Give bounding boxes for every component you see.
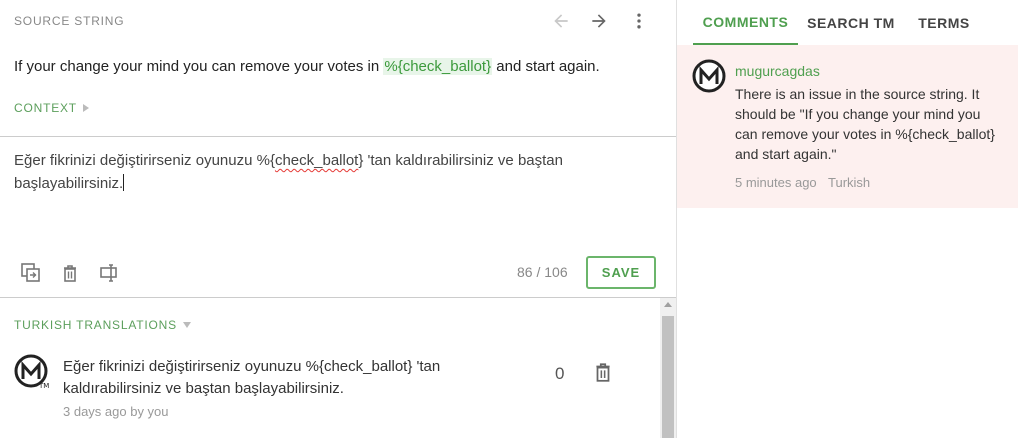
more-vertical-icon (637, 13, 641, 29)
side-panel: COMMENTS SEARCH TM TERMS mugurcagdas The… (677, 0, 1018, 438)
translations-label: TURKISH TRANSLATIONS (14, 318, 177, 332)
editor-text-part: Eğer fikrinizi değiştirirseniz oyunuzu %… (14, 152, 275, 169)
save-button[interactable]: SAVE (586, 256, 656, 289)
comment-item: mugurcagdas There is an issue in the sou… (677, 45, 1018, 208)
copy-icon (21, 263, 40, 282)
more-options-button[interactable] (627, 9, 651, 33)
translation-text: Eğer fikrinizi değiştirirseniz oyunuzu %… (63, 358, 441, 397)
side-tabs: COMMENTS SEARCH TM TERMS (677, 0, 1018, 45)
tab-comments[interactable]: COMMENTS (693, 0, 798, 45)
machinery-icon (100, 264, 117, 282)
context-toggle[interactable]: CONTEXT (14, 101, 89, 115)
comment-locale[interactable]: Turkish (828, 175, 870, 190)
trash-icon (596, 363, 610, 382)
arrow-right-icon (592, 14, 606, 28)
scrollbar-thumb[interactable] (662, 316, 674, 438)
tab-search-tm[interactable]: SEARCH TM (801, 0, 901, 45)
trash-icon (64, 265, 76, 282)
source-text-part: If your change your mind you can remove … (14, 58, 380, 75)
editor-pane: SOURCE STRING If your change your mind y… (0, 0, 676, 438)
comment-text: There is an issue in the source string. … (735, 86, 995, 162)
scroll-up-arrow-icon[interactable] (664, 302, 672, 307)
translations-toggle[interactable]: TURKISH TRANSLATIONS (14, 318, 191, 332)
copy-source-button[interactable] (19, 261, 43, 285)
expand-triangle-icon (82, 104, 89, 112)
next-string-button[interactable] (587, 9, 611, 33)
commenter-avatar (692, 59, 726, 93)
source-string-text: If your change your mind you can remove … (14, 58, 600, 75)
svg-text:TM: TM (38, 382, 49, 390)
machinery-button[interactable] (98, 261, 122, 285)
source-text-part: and start again. (496, 58, 600, 75)
dropdown-triangle-icon (182, 322, 191, 328)
comment-time: 5 minutes ago (735, 175, 817, 190)
user-avatar: TM (14, 354, 49, 390)
translation-editor[interactable]: Eğer fikrinizi değiştirirseniz oyunuzu %… (14, 149, 614, 195)
divider (0, 297, 676, 298)
divider (0, 136, 676, 137)
placeable-variable[interactable]: %{check_ballot} (383, 58, 493, 75)
vote-count: 0 (555, 364, 565, 383)
tab-terms[interactable]: TERMS (909, 0, 979, 45)
source-string-label: SOURCE STRING (14, 14, 125, 28)
translation-meta: 3 days ago by you (63, 404, 169, 419)
clear-translation-button[interactable] (58, 261, 82, 285)
scrollbar[interactable] (660, 298, 676, 438)
comment-author[interactable]: mugurcagdas (735, 63, 820, 79)
context-label: CONTEXT (14, 101, 77, 115)
arrow-left-icon (554, 14, 568, 28)
text-caret (123, 174, 125, 191)
character-counter: 86 / 106 (517, 264, 568, 280)
delete-translation-button[interactable] (592, 361, 616, 385)
previous-string-button[interactable] (549, 9, 573, 33)
misspelled-word: check_ballot (274, 152, 359, 169)
